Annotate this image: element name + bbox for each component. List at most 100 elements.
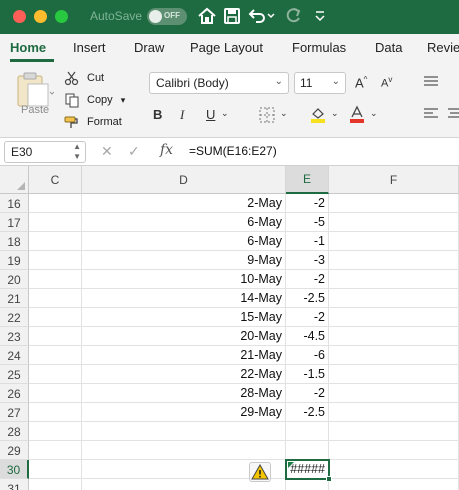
- align-left-icon[interactable]: [423, 107, 439, 121]
- cell-e[interactable]: -1.5: [286, 365, 329, 384]
- column-header-e[interactable]: E: [286, 166, 329, 194]
- row-header[interactable]: 17: [0, 213, 29, 232]
- cell-f[interactable]: [329, 460, 459, 479]
- column-header-d[interactable]: D: [82, 166, 286, 194]
- cell-e[interactable]: -2: [286, 308, 329, 327]
- chevron-down-icon[interactable]: ⌄: [370, 108, 378, 119]
- cell-d[interactable]: 21-May: [82, 346, 286, 365]
- underline-button[interactable]: U: [206, 107, 215, 122]
- name-box[interactable]: E30 ▲ ▼: [4, 141, 86, 163]
- row-header[interactable]: 25: [0, 365, 29, 384]
- bold-button[interactable]: B: [153, 107, 162, 122]
- cell-f[interactable]: [329, 441, 459, 460]
- cell-e[interactable]: -3: [286, 251, 329, 270]
- align-top-icon[interactable]: [423, 75, 439, 89]
- copy-button[interactable]: Copy ▾: [64, 92, 125, 108]
- select-all-button[interactable]: [0, 166, 29, 194]
- cell-c[interactable]: [29, 403, 82, 422]
- cell-d[interactable]: 29-May: [82, 403, 286, 422]
- cell-c[interactable]: [29, 460, 82, 479]
- cell-d[interactable]: 28-May: [82, 384, 286, 403]
- customize-toolbar-icon[interactable]: [310, 6, 330, 26]
- home-icon[interactable]: [197, 6, 217, 26]
- insert-function-icon[interactable]: fx: [160, 142, 173, 158]
- cell-e[interactable]: -2.5: [286, 289, 329, 308]
- tab-data[interactable]: Data: [375, 40, 402, 55]
- cell-c[interactable]: [29, 479, 82, 490]
- cell-c[interactable]: [29, 346, 82, 365]
- cell-c[interactable]: [29, 251, 82, 270]
- cell-f[interactable]: [329, 365, 459, 384]
- row-header[interactable]: 28: [0, 422, 29, 441]
- row-header[interactable]: 27: [0, 403, 29, 422]
- cell-f[interactable]: [329, 232, 459, 251]
- chevron-down-icon[interactable]: ⌄: [331, 108, 339, 119]
- cell-f[interactable]: [329, 270, 459, 289]
- redo-icon[interactable]: [283, 6, 303, 26]
- row-header[interactable]: 20: [0, 270, 29, 289]
- row-header[interactable]: 24: [0, 346, 29, 365]
- active-cell-e30[interactable]: #####: [285, 459, 330, 480]
- font-color-icon[interactable]: [348, 105, 366, 123]
- minimize-window-button[interactable]: [34, 10, 47, 23]
- cell-d[interactable]: 10-May: [82, 270, 286, 289]
- close-window-button[interactable]: [13, 10, 26, 23]
- cell-c[interactable]: [29, 289, 82, 308]
- cell-e[interactable]: [286, 441, 329, 460]
- tab-insert[interactable]: Insert: [73, 40, 106, 55]
- cell-e[interactable]: -2: [286, 384, 329, 403]
- error-warning-button[interactable]: [249, 462, 271, 482]
- cell-d[interactable]: 20-May: [82, 327, 286, 346]
- cell-e[interactable]: -4.5: [286, 327, 329, 346]
- paste-label[interactable]: Paste: [21, 104, 49, 116]
- cell-c[interactable]: [29, 270, 82, 289]
- fill-handle[interactable]: [326, 476, 332, 482]
- confirm-entry-icon[interactable]: ✓: [128, 143, 140, 160]
- cell-d[interactable]: 2-May: [82, 194, 286, 213]
- column-header-c[interactable]: C: [29, 166, 82, 194]
- cell-d[interactable]: 9-May: [82, 251, 286, 270]
- cut-button[interactable]: Cut: [64, 70, 104, 86]
- cell-c[interactable]: [29, 441, 82, 460]
- formula-input[interactable]: =SUM(E16:E27): [189, 144, 277, 158]
- cell-c[interactable]: [29, 213, 82, 232]
- column-header-f[interactable]: F: [329, 166, 459, 194]
- cell-d[interactable]: 6-May: [82, 213, 286, 232]
- cell-f[interactable]: [329, 251, 459, 270]
- cell-f[interactable]: [329, 479, 459, 490]
- increase-font-size-button[interactable]: A^: [355, 75, 367, 90]
- cell-d[interactable]: 22-May: [82, 365, 286, 384]
- tab-page-layout[interactable]: Page Layout: [190, 40, 263, 55]
- row-header[interactable]: 18: [0, 232, 29, 251]
- decrease-font-size-button[interactable]: Av: [381, 75, 392, 90]
- cell-c[interactable]: [29, 308, 82, 327]
- paste-icon[interactable]: [14, 70, 54, 108]
- cell-d[interactable]: 15-May: [82, 308, 286, 327]
- cell-e[interactable]: -2: [286, 270, 329, 289]
- undo-icon[interactable]: [247, 6, 267, 26]
- row-header[interactable]: 26: [0, 384, 29, 403]
- cell-d[interactable]: 6-May: [82, 232, 286, 251]
- cell-f[interactable]: [329, 289, 459, 308]
- row-header[interactable]: 22: [0, 308, 29, 327]
- cell-e[interactable]: -2.5: [286, 403, 329, 422]
- row-header[interactable]: 16: [0, 194, 29, 213]
- row-header[interactable]: 29: [0, 441, 29, 460]
- cell-f[interactable]: [329, 308, 459, 327]
- cell-f[interactable]: [329, 346, 459, 365]
- cell-e[interactable]: [286, 422, 329, 441]
- cell-c[interactable]: [29, 384, 82, 403]
- undo-dropdown-icon[interactable]: [266, 6, 276, 26]
- cell-d[interactable]: 14-May: [82, 289, 286, 308]
- cell-f[interactable]: [329, 384, 459, 403]
- cell-e[interactable]: -1: [286, 232, 329, 251]
- cell-d[interactable]: [82, 422, 286, 441]
- row-header[interactable]: 19: [0, 251, 29, 270]
- font-name-select[interactable]: Calibri (Body) ⌄: [149, 72, 289, 94]
- chevron-down-icon[interactable]: ⌄: [280, 108, 288, 119]
- row-header[interactable]: 21: [0, 289, 29, 308]
- chevron-down-icon[interactable]: ⌄: [221, 108, 229, 119]
- cell-f[interactable]: [329, 327, 459, 346]
- cell-c[interactable]: [29, 232, 82, 251]
- cell-f[interactable]: [329, 403, 459, 422]
